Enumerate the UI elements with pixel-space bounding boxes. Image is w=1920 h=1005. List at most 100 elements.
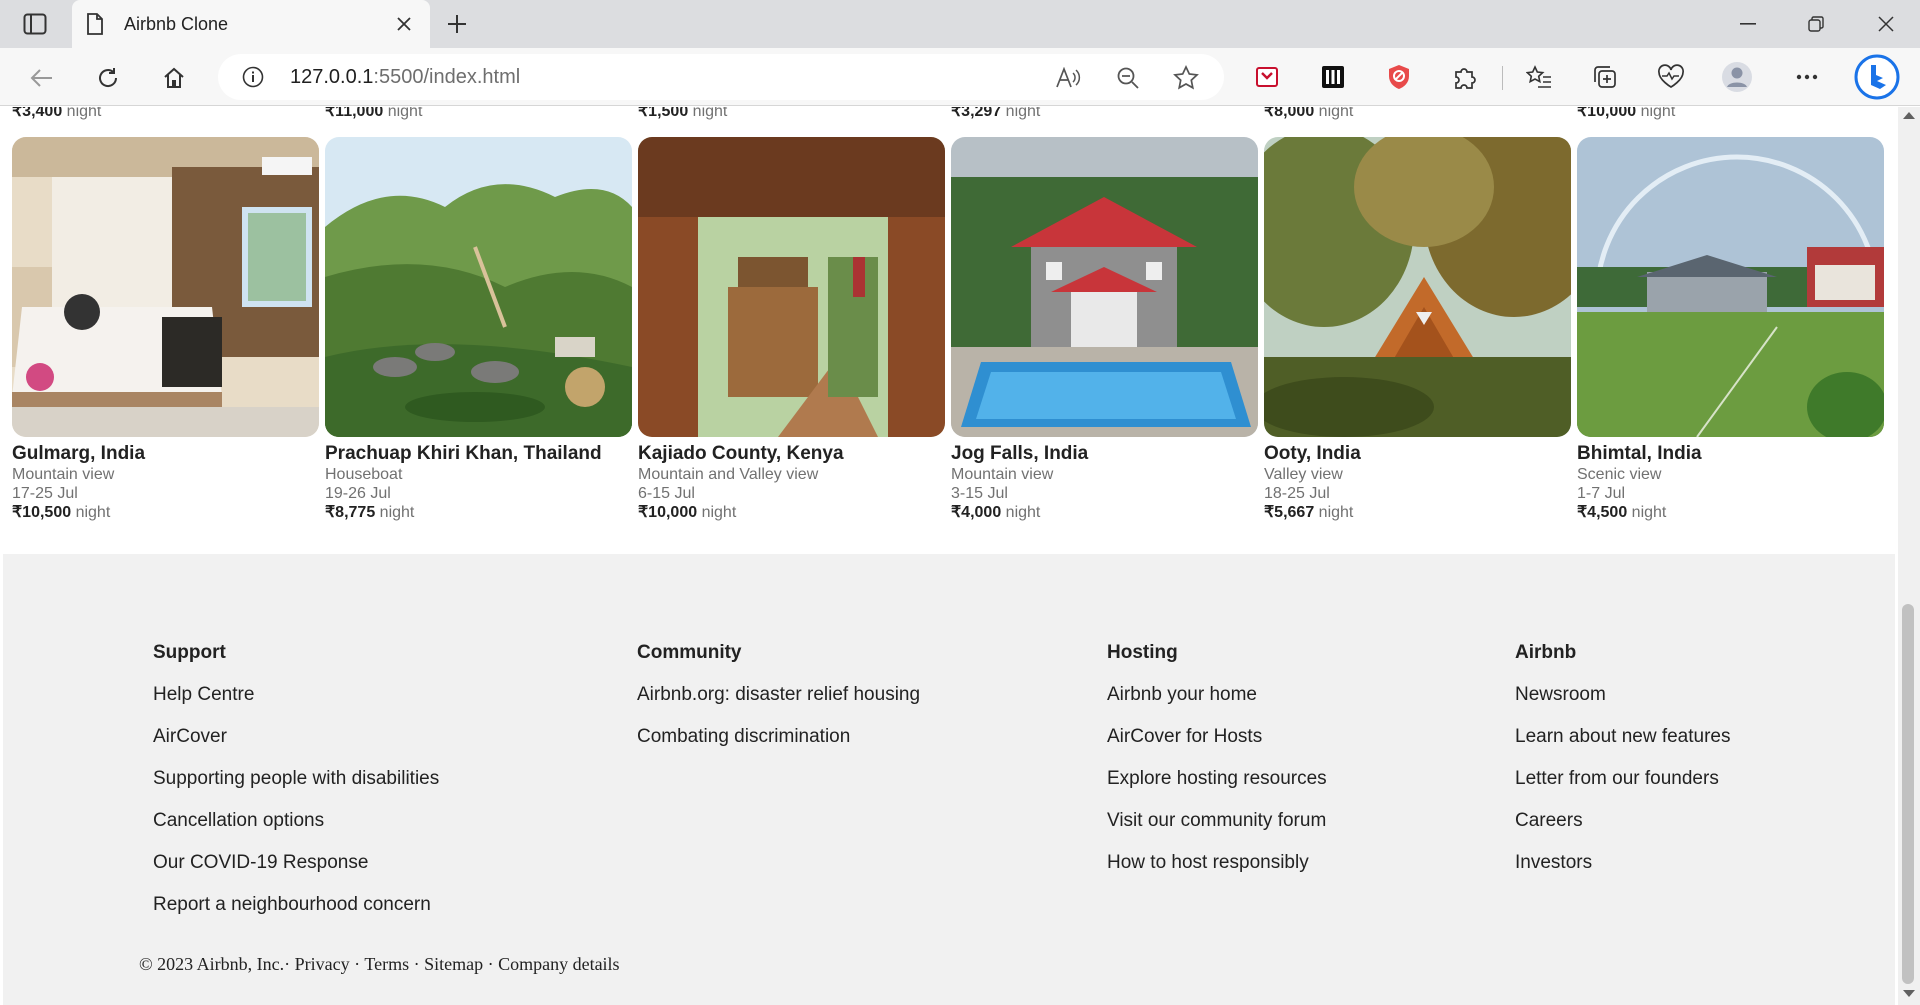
copyright-text: © 2023 Airbnb, Inc. bbox=[139, 954, 285, 974]
footer-column-hosting: Hosting Airbnb your home AirCover for Ho… bbox=[1107, 642, 1327, 894]
back-arrow-icon[interactable] bbox=[22, 58, 62, 98]
footer-link[interactable]: AirCover bbox=[153, 726, 439, 768]
hillside-resort-photo[interactable] bbox=[325, 137, 632, 437]
footer-link[interactable]: Visit our community forum bbox=[1107, 810, 1327, 852]
listing-title[interactable]: Prachuap Khiri Khan, Thailand bbox=[325, 443, 632, 465]
previous-listings-row: ₹3,400 night ₹11,000 night ₹1,500 night … bbox=[0, 107, 1898, 121]
footer-column-community: Community Airbnb.org: disaster relief ho… bbox=[637, 642, 920, 768]
villa-pool-photo[interactable] bbox=[951, 137, 1258, 437]
listing-card[interactable]: Bhimtal, India Scenic view 1-7 Jul ₹4,50… bbox=[1577, 137, 1884, 523]
separator: · bbox=[413, 954, 420, 974]
favorites-list-icon[interactable] bbox=[1522, 60, 1556, 94]
listing-dates: 6-15 Jul bbox=[638, 485, 695, 502]
profile-avatar-icon[interactable] bbox=[1720, 60, 1754, 94]
favorite-star-icon[interactable] bbox=[1172, 64, 1200, 92]
footer-link[interactable]: Explore hosting resources bbox=[1107, 768, 1327, 810]
listing-view: Valley view bbox=[1264, 466, 1343, 483]
footer-link[interactable]: Airbnb.org: disaster relief housing bbox=[637, 684, 920, 726]
listing-grid: Gulmarg, India Mountain view 17-25 Jul ₹… bbox=[12, 137, 1884, 537]
zoom-out-icon[interactable] bbox=[1114, 64, 1142, 92]
minimize-icon[interactable] bbox=[1714, 0, 1782, 48]
url-path: :5500/index.html bbox=[373, 66, 521, 88]
tab-actions-icon[interactable] bbox=[14, 10, 56, 38]
prev-listing-price: ₹10,000 night bbox=[1577, 107, 1676, 120]
footer-link[interactable]: Careers bbox=[1515, 810, 1731, 852]
footer-link[interactable]: Letter from our founders bbox=[1515, 768, 1731, 810]
footer-column-airbnb: Airbnb Newsroom Learn about new features… bbox=[1515, 642, 1731, 894]
listing-price: ₹4,000 night bbox=[951, 504, 1041, 521]
listing-card[interactable]: Kajiado County, Kenya Mountain and Valle… bbox=[638, 137, 945, 523]
footer-column-support: Support Help Centre AirCover Supporting … bbox=[153, 642, 439, 936]
sitemap-link[interactable]: Sitemap bbox=[424, 954, 483, 974]
extension-save-icon[interactable] bbox=[1250, 60, 1284, 94]
read-aloud-icon[interactable] bbox=[1054, 64, 1082, 92]
wooden-doorway-photo[interactable] bbox=[638, 137, 945, 437]
footer-link[interactable]: Learn about new features bbox=[1515, 726, 1731, 768]
company-details-link[interactable]: Company details bbox=[498, 954, 619, 974]
footer-link[interactable]: Newsroom bbox=[1515, 684, 1731, 726]
listing-title[interactable]: Ooty, India bbox=[1264, 443, 1571, 465]
collections-icon[interactable] bbox=[1588, 60, 1622, 94]
footer-link[interactable]: Investors bbox=[1515, 852, 1731, 894]
footer-link[interactable]: Our COVID-19 Response bbox=[153, 852, 439, 894]
footer-link[interactable]: AirCover for Hosts bbox=[1107, 726, 1327, 768]
listing-card[interactable]: Prachuap Khiri Khan, Thailand Houseboat … bbox=[325, 137, 632, 523]
footer-heading: Hosting bbox=[1107, 642, 1178, 663]
footer-link[interactable]: Airbnb your home bbox=[1107, 684, 1327, 726]
site-info-icon[interactable] bbox=[242, 66, 264, 88]
prev-listing-price: ₹3,400 night bbox=[12, 107, 102, 120]
footer-link[interactable]: Help Centre bbox=[153, 684, 439, 726]
listing-view: Houseboat bbox=[325, 466, 403, 483]
new-tab-button[interactable] bbox=[440, 8, 474, 40]
listing-price: ₹8,775 night bbox=[325, 504, 415, 521]
copilot-icon[interactable] bbox=[1852, 52, 1902, 102]
footer-legal-bar: © 2023 Airbnb, Inc.· Privacy · Terms · S… bbox=[139, 954, 620, 975]
home-icon[interactable] bbox=[154, 58, 194, 98]
terms-link[interactable]: Terms bbox=[364, 954, 409, 974]
footer-link[interactable]: Report a neighbourhood concern bbox=[153, 894, 439, 936]
footer-link[interactable]: How to host responsibly bbox=[1107, 852, 1327, 894]
a-frame-cabin-photo[interactable] bbox=[1264, 137, 1571, 437]
close-tab-icon[interactable] bbox=[392, 12, 416, 36]
listing-dates: 3-15 Jul bbox=[951, 485, 1008, 502]
footer-link[interactable]: Supporting people with disabilities bbox=[153, 768, 439, 810]
listing-title[interactable]: Jog Falls, India bbox=[951, 443, 1258, 465]
scroll-up-arrow-icon[interactable] bbox=[1903, 112, 1915, 119]
listing-title[interactable]: Kajiado County, Kenya bbox=[638, 443, 945, 465]
bedroom-photo[interactable] bbox=[12, 137, 319, 437]
prev-listing-price: ₹8,000 night bbox=[1264, 107, 1354, 120]
more-options-icon[interactable] bbox=[1790, 60, 1824, 94]
tab-title: Airbnb Clone bbox=[124, 13, 229, 34]
listing-title[interactable]: Gulmarg, India bbox=[12, 443, 319, 465]
extension-shield-icon[interactable] bbox=[1382, 60, 1416, 94]
separator: · bbox=[487, 954, 494, 974]
url-host: 127.0.0.1 bbox=[290, 66, 374, 88]
scroll-down-arrow-icon[interactable] bbox=[1903, 990, 1915, 997]
listing-card[interactable]: Jog Falls, India Mountain view 3-15 Jul … bbox=[951, 137, 1258, 523]
listing-price: ₹10,500 night bbox=[12, 504, 111, 521]
separator: · bbox=[354, 954, 361, 974]
listing-card[interactable]: Gulmarg, India Mountain view 17-25 Jul ₹… bbox=[12, 137, 319, 523]
url-text[interactable]: 127.0.0.1:5500/index.html bbox=[290, 66, 520, 89]
restore-icon[interactable] bbox=[1782, 0, 1850, 48]
separator: · bbox=[284, 954, 291, 974]
listing-dates: 17-25 Jul bbox=[12, 485, 78, 502]
garden-rainbow-photo[interactable] bbox=[1577, 137, 1884, 437]
privacy-link[interactable]: Privacy bbox=[295, 954, 350, 974]
extension-bars-icon[interactable] bbox=[1316, 60, 1350, 94]
footer-heading: Airbnb bbox=[1515, 642, 1577, 663]
scrollbar-thumb[interactable] bbox=[1902, 604, 1914, 984]
footer-link[interactable]: Cancellation options bbox=[153, 810, 439, 852]
extensions-puzzle-icon[interactable] bbox=[1448, 60, 1482, 94]
browser-toolbar: 127.0.0.1:5500/index.html bbox=[0, 48, 1920, 106]
browser-tab-active[interactable]: Airbnb Clone bbox=[72, 0, 430, 48]
footer-link[interactable]: Combating discrimination bbox=[637, 726, 920, 768]
performance-heart-icon[interactable] bbox=[1654, 60, 1688, 94]
close-window-icon[interactable] bbox=[1852, 0, 1920, 48]
toolbar-divider bbox=[1502, 66, 1503, 90]
reload-icon[interactable] bbox=[88, 58, 128, 98]
listing-view: Mountain and Valley view bbox=[638, 466, 819, 483]
address-bar[interactable]: 127.0.0.1:5500/index.html bbox=[218, 54, 1224, 100]
listing-title[interactable]: Bhimtal, India bbox=[1577, 443, 1884, 465]
listing-card[interactable]: Ooty, India Valley view 18-25 Jul ₹5,667… bbox=[1264, 137, 1571, 523]
